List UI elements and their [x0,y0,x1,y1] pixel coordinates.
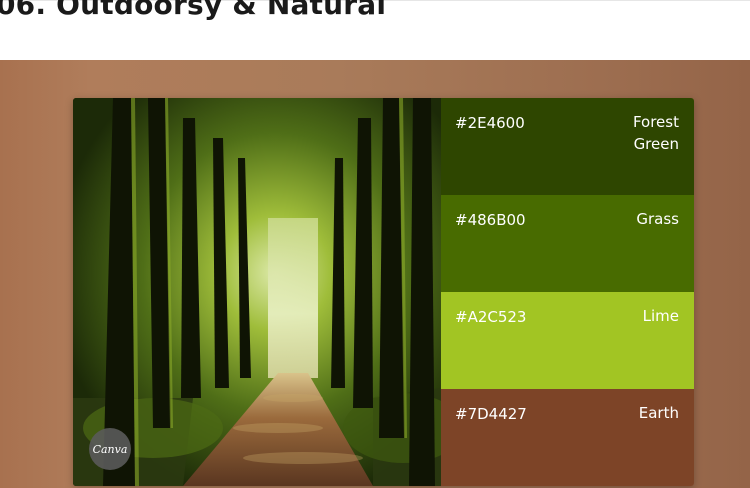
swatch-hex: #7D4427 [455,405,527,423]
forest-path-photo: Canva [73,98,441,486]
color-swatch: #7D4427 Earth [441,389,694,486]
swatch-hex: #2E4600 [455,114,525,132]
palette-card: Canva #2E4600 Forest Green #486B00 Grass … [73,98,694,486]
swatch-name: Grass [636,210,679,228]
color-swatch: #2E4600 Forest Green [441,98,694,195]
color-swatch: #A2C523 Lime [441,292,694,389]
color-swatch-list: #2E4600 Forest Green #486B00 Grass #A2C52… [441,98,694,486]
canva-badge[interactable]: Canva [89,428,131,470]
swatch-name: Earth [638,404,679,422]
swatch-name: Forest Green [632,113,679,153]
page-header: 06. Outdoorsy & Natural [0,0,750,60]
swatch-name: Lime [642,307,679,325]
swatch-hex: #486B00 [455,211,526,229]
page-title: 06. Outdoorsy & Natural [0,0,387,21]
swatch-hex: #A2C523 [455,308,527,326]
color-swatch: #486B00 Grass [441,195,694,292]
